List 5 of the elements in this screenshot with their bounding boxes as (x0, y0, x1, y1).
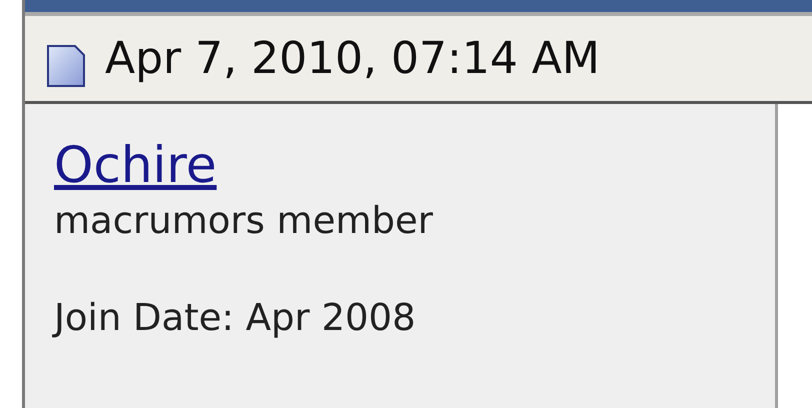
post-date: Apr 7, 2010, 07:14 AM (105, 36, 600, 80)
document-icon (47, 44, 85, 86)
username-link[interactable]: Ochire (54, 140, 217, 190)
user-title: macrumors member (54, 202, 433, 239)
join-date: Join Date: Apr 2008 (54, 299, 416, 336)
